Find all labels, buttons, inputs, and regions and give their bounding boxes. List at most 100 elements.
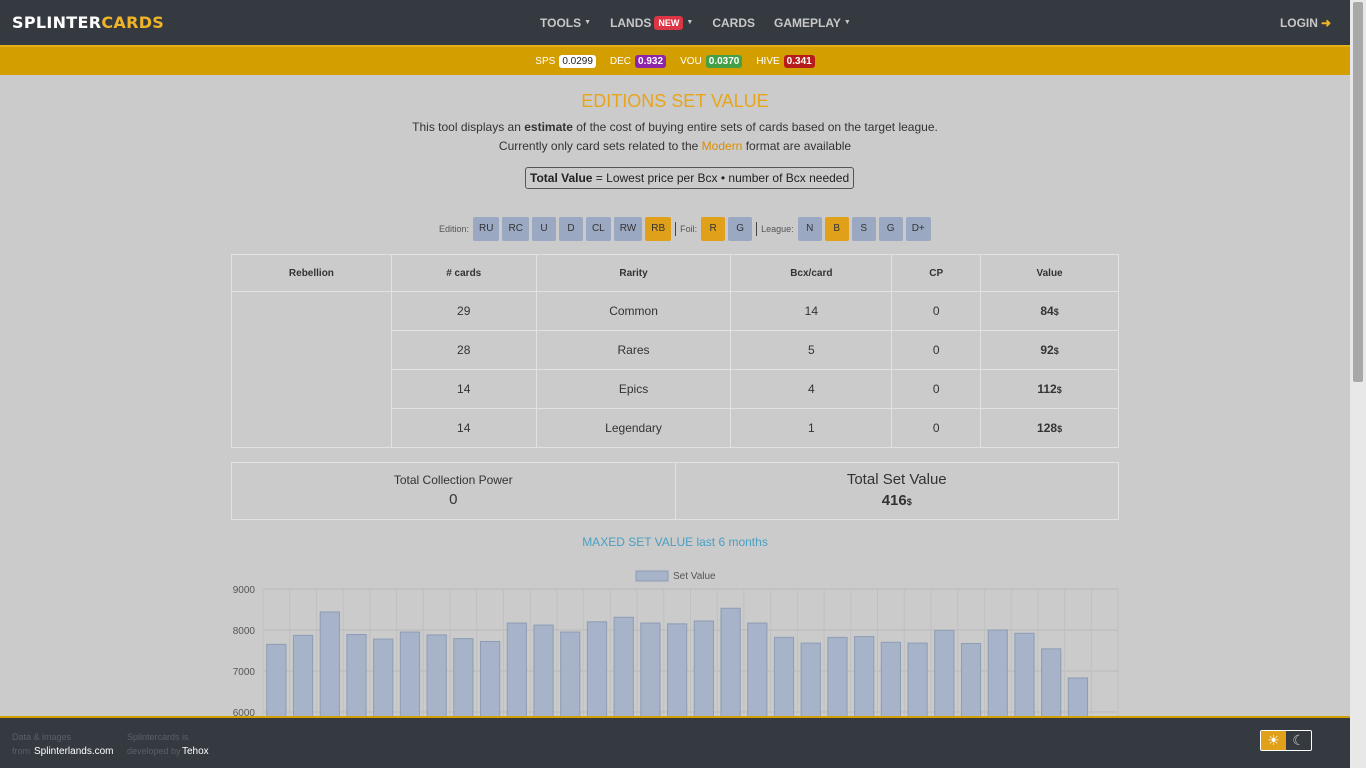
set-value-table: Rebellion # cards Rarity Bcx/card CP Val… — [231, 254, 1119, 448]
chart-bar — [1014, 632, 1035, 721]
legend-label: Set Value — [673, 571, 716, 582]
edition-button[interactable]: RW — [613, 216, 643, 241]
login-link[interactable]: LOGIN ➜ — [1280, 16, 1331, 30]
price-value: 0.0299 — [559, 54, 596, 68]
price-value: 0.932 — [635, 54, 667, 68]
chart-bar — [1041, 648, 1062, 721]
chart-bar — [560, 631, 581, 721]
brand-part1: SPLINTER — [12, 13, 102, 32]
footer-text: Splintercards is — [127, 732, 189, 742]
footer: Data & images from Splinterlands.com Spl… — [0, 716, 1350, 768]
developer-link[interactable]: Tehox — [182, 746, 209, 757]
chart-bar — [426, 634, 447, 721]
nav-tools[interactable]: TOOLS ▼ — [540, 16, 591, 30]
desc-text: This tool displays an — [412, 120, 525, 134]
edition-button[interactable]: RU — [473, 216, 500, 241]
login-label: LOGIN — [1279, 16, 1318, 30]
nav-lands[interactable]: LANDS NEW ▼ — [610, 15, 693, 30]
edition-button[interactable]: D — [558, 216, 583, 241]
price-dec: DEC 0.932 — [609, 54, 667, 68]
chart-bar — [854, 636, 875, 721]
formula-box: Total Value = Lowest price per Bcx • num… — [525, 167, 855, 189]
foil-button[interactable]: G — [728, 216, 753, 241]
page-title: EDITIONS SET VALUE — [581, 91, 769, 111]
cp-cell: 0 — [891, 408, 982, 448]
caret-down-icon: ▼ — [584, 19, 592, 26]
price-value: 0.341 — [783, 54, 815, 68]
league-button[interactable]: S — [851, 216, 876, 241]
column-header: Rarity — [535, 254, 732, 292]
desc-bold: estimate — [524, 120, 573, 134]
scrollbar[interactable] — [1350, 0, 1366, 768]
y-tick-label: 8000 — [233, 626, 256, 637]
splinterlands-link[interactable]: Splinterlands.com — [34, 746, 113, 757]
currency-symbol: $ — [1053, 307, 1059, 317]
column-header: Bcx/card — [730, 254, 893, 292]
currency-symbol: $ — [1056, 385, 1062, 395]
chart-bar — [399, 631, 421, 721]
total-set-amount: 416$ — [676, 492, 1119, 509]
formula-text: = Lowest price per Bcx • number of Bcx n… — [592, 171, 850, 185]
chart-bar — [907, 642, 928, 721]
desc-text: Currently only card sets related to the — [498, 139, 702, 153]
league-label: League: — [761, 223, 794, 234]
brand-part2: CARDS — [101, 13, 165, 32]
price-symbol: DEC — [609, 55, 632, 67]
nav-cards[interactable]: CARDS — [712, 16, 755, 30]
nav-lands-label: LANDS — [610, 15, 652, 30]
navbar: SPLINTERCARDS TOOLS ▼ LANDS NEW ▼ CARDS G… — [0, 0, 1350, 45]
cp-cell: 0 — [891, 369, 982, 409]
league-button[interactable]: B — [824, 216, 849, 241]
description-line-1: This tool displays an estimate of the co… — [0, 120, 1350, 134]
total-set-number: 416 — [881, 492, 907, 509]
chart-bar — [773, 636, 795, 721]
edition-cell — [231, 291, 392, 448]
theme-toggle[interactable]: ☀ ☾ — [1260, 730, 1312, 751]
price-hive: HIVE 0.341 — [756, 54, 815, 68]
total-collection-power: Total Collection Power 0 — [232, 463, 675, 519]
chart-bar — [453, 638, 474, 721]
description-line-2: Currently only card sets related to the … — [0, 139, 1350, 153]
foil-button[interactable]: R — [701, 216, 726, 241]
desc-text: format are available — [742, 139, 852, 153]
scrollbar-thumb[interactable] — [1353, 2, 1363, 382]
nav-links: TOOLS ▼ LANDS NEW ▼ CARDS GAMEPLAY ▼ — [540, 0, 870, 45]
cards-cell: 14 — [390, 369, 537, 409]
nav-gameplay[interactable]: GAMEPLAY ▼ — [774, 16, 851, 30]
bcx-cell: 5 — [730, 330, 893, 370]
edition-header: Rebellion — [231, 254, 392, 292]
column-header: # cards — [390, 254, 537, 292]
chart-bar — [827, 636, 848, 721]
value-cell: 128$ — [980, 408, 1119, 448]
nav-cards-label: CARDS — [712, 15, 756, 30]
footer-credits-2: Splintercards is developed by — [127, 730, 189, 758]
legend-swatch — [635, 570, 669, 582]
footer-text: developed by — [127, 746, 181, 756]
chart-bar — [266, 643, 287, 721]
column-header: CP — [891, 254, 982, 292]
table-header-row: Rebellion # cards Rarity Bcx/card CP Val… — [231, 254, 1119, 292]
chart-bar — [720, 607, 741, 721]
chart-bar — [506, 622, 527, 721]
chart-bar — [346, 634, 367, 721]
league-button[interactable]: N — [797, 216, 822, 241]
column-header: Value — [980, 254, 1119, 292]
league-button[interactable]: G — [878, 216, 903, 241]
chart-bar — [640, 622, 661, 721]
brand-logo[interactable]: SPLINTERCARDS — [12, 13, 164, 32]
bcx-cell: 14 — [730, 291, 893, 331]
league-button[interactable]: D+ — [905, 216, 931, 241]
edition-button[interactable]: RB — [645, 216, 672, 241]
edition-button[interactable]: U — [531, 216, 556, 241]
chart-title[interactable]: MAXED SET VALUE last 6 months — [0, 535, 1350, 549]
sun-icon[interactable]: ☀ — [1261, 731, 1286, 750]
edition-button[interactable]: CL — [585, 216, 611, 241]
rarity-cell: Legendary — [535, 408, 732, 448]
chart-bar — [693, 620, 714, 721]
moon-icon[interactable]: ☾ — [1286, 731, 1311, 750]
chart-bar — [934, 629, 955, 721]
chart-bar — [533, 624, 554, 721]
cards-cell: 14 — [390, 408, 537, 448]
edition-button[interactable]: RC — [502, 216, 529, 241]
chart-bar — [479, 640, 501, 721]
